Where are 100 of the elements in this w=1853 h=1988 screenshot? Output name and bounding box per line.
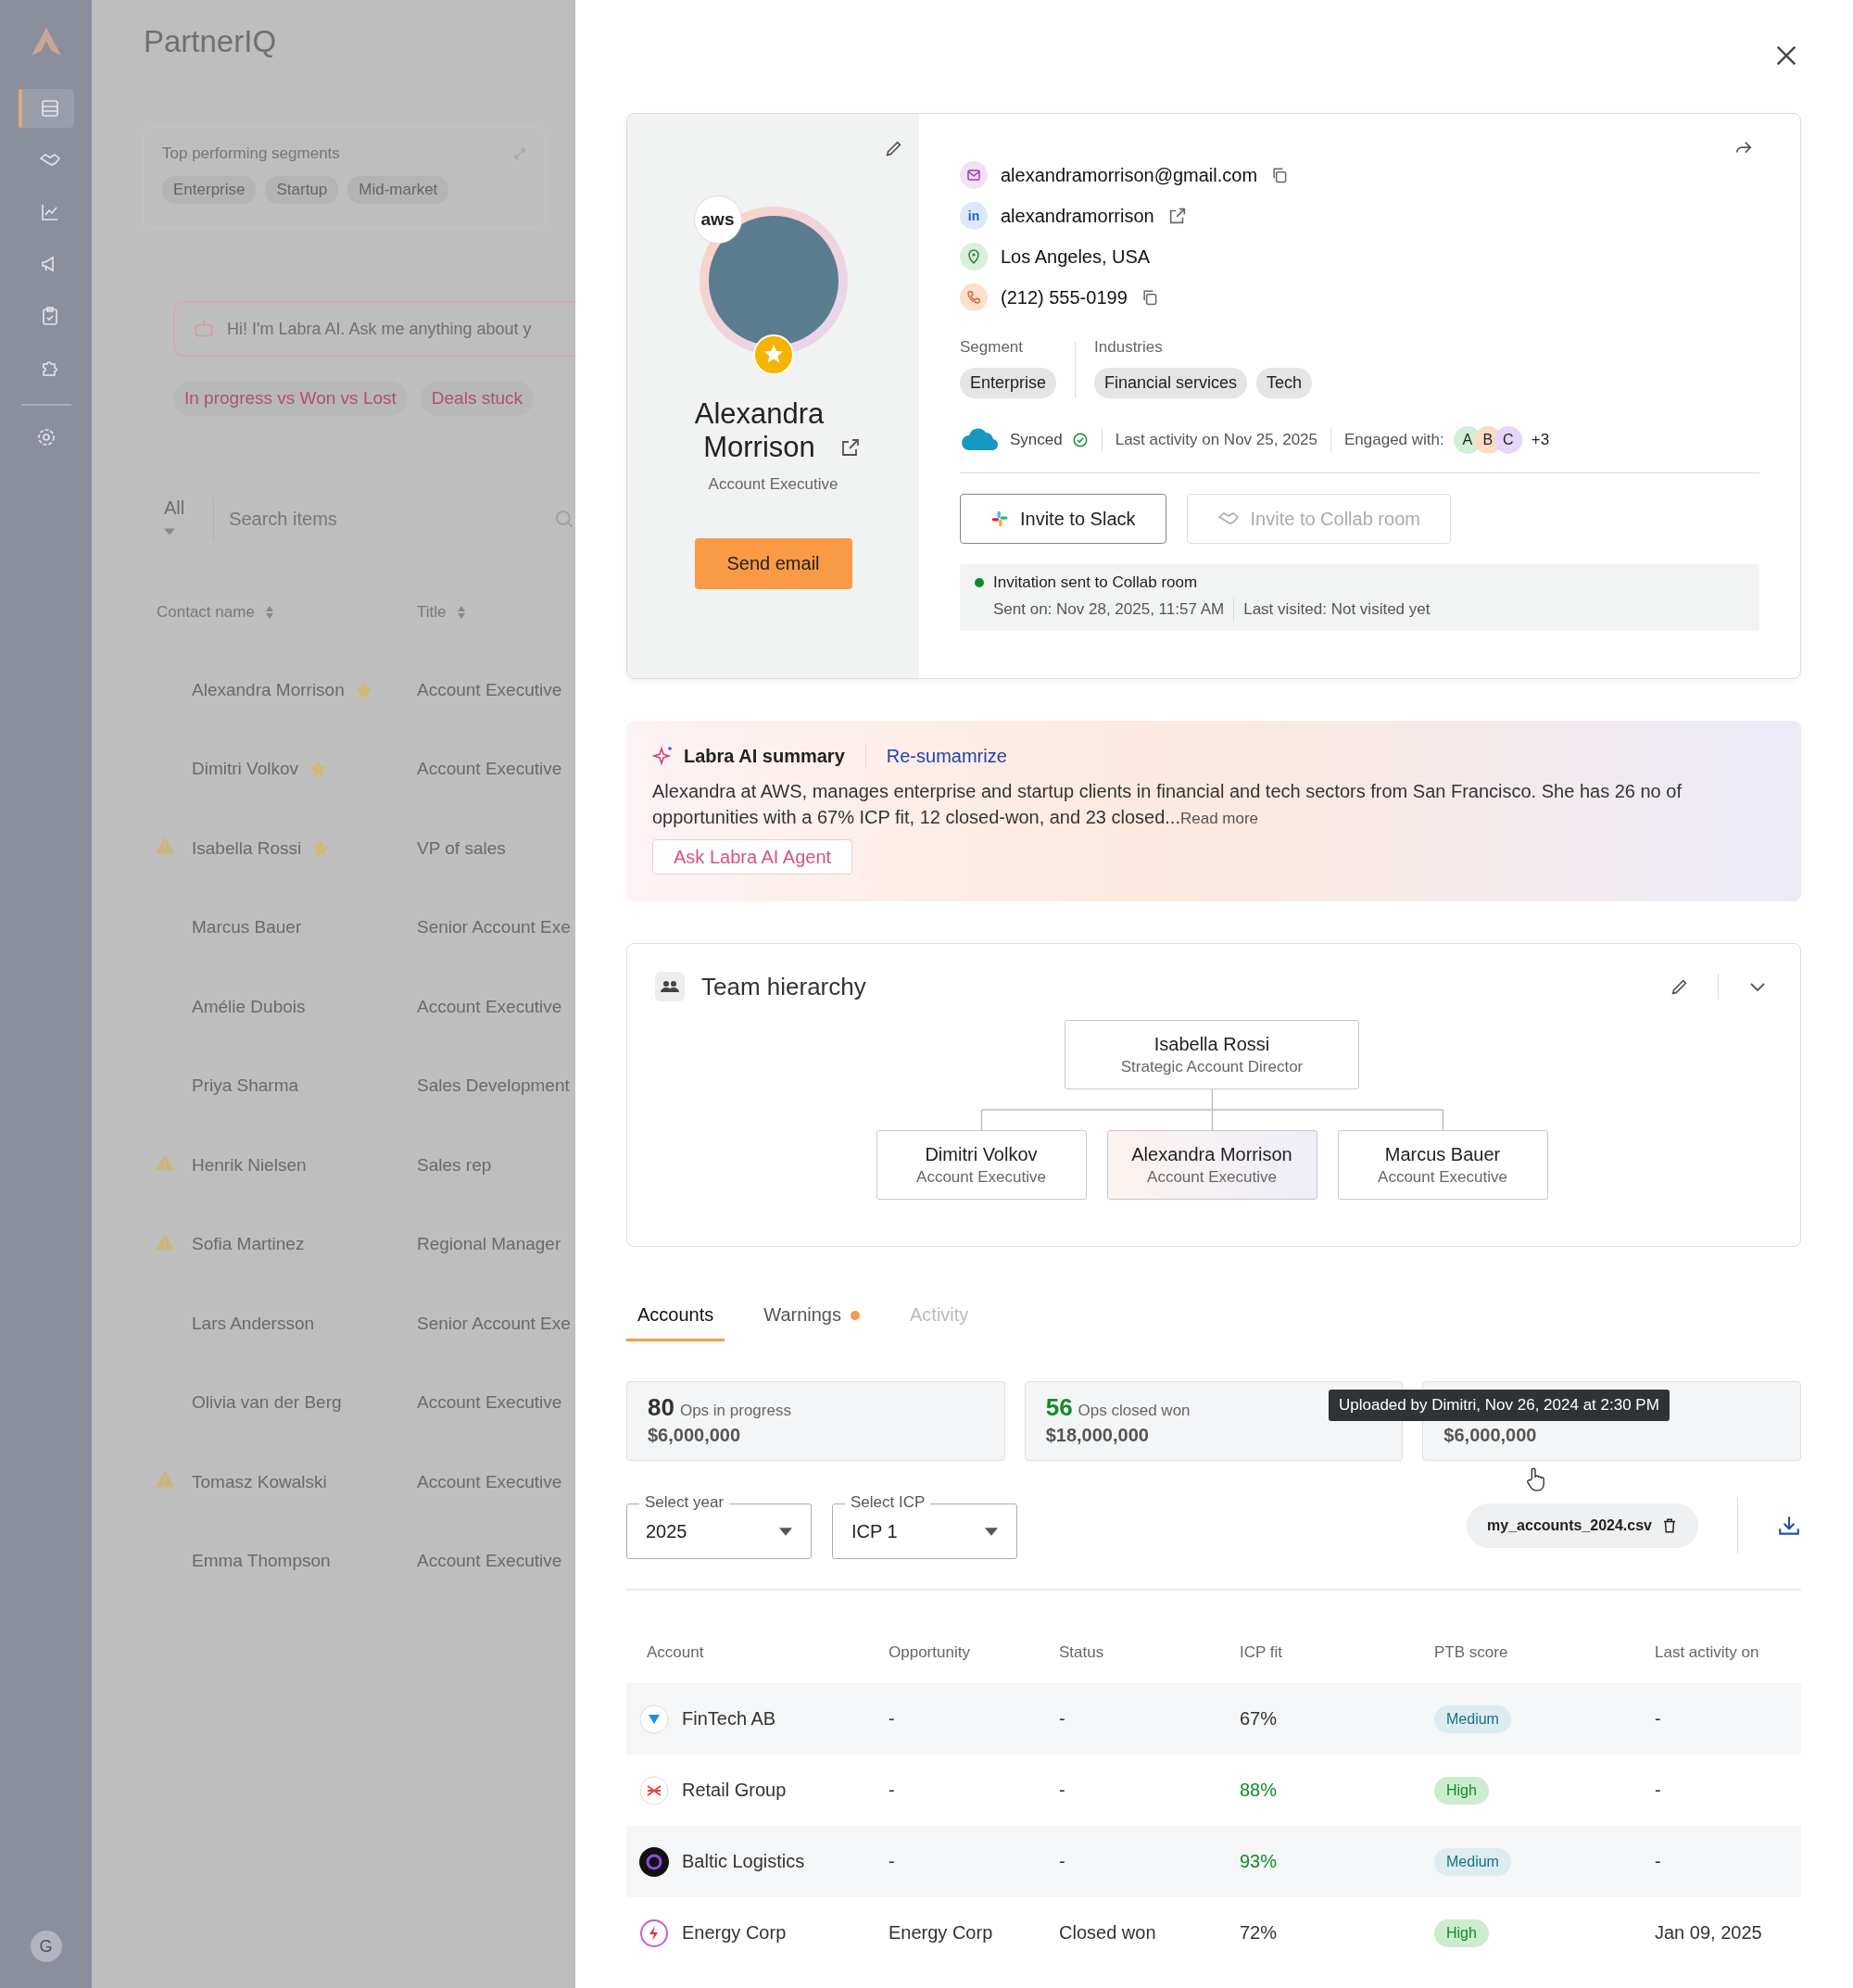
person-name: Alexandra Morrison <box>1131 1143 1292 1165</box>
tab[interactable]: Accounts <box>626 1293 725 1341</box>
column-header: Opportunity <box>889 1643 971 1662</box>
app-title: PartnerIQ <box>144 24 278 59</box>
score-badge: High <box>1434 1919 1489 1947</box>
contact-title: Sales rep <box>417 1154 492 1176</box>
summary-text: Alexandra at AWS, manages enterprise and startup clients in financial and tech sectors from San Francisco. She has 26 no of opportunities with a 67% ICP fit, 12 closed-won, and 23 closed...Read more <box>652 780 1683 829</box>
contact-title: Account Executive <box>417 679 562 700</box>
contact-title: Sales Development <box>417 1076 570 1097</box>
column-header: Account <box>647 1643 705 1662</box>
ask-agent-button[interactable]: Ask Labra AI Agent <box>652 839 853 874</box>
invitation-title: Invitation sent to Collab room <box>993 573 1198 592</box>
contact-title: Account Executive <box>417 996 562 1017</box>
ai-summary-title: Labra AI summary <box>684 745 845 767</box>
job-title: Account Executive <box>708 475 838 494</box>
email-text: alexandramorrison@gmail.com <box>1001 164 1258 186</box>
contact-name[interactable]: Dimitri Volkov <box>192 759 299 780</box>
card-title: Top performing segments <box>162 145 340 163</box>
tab[interactable]: Warnings <box>752 1293 871 1341</box>
column-header: Last activity on <box>1655 1643 1760 1662</box>
contact-name[interactable]: Olivia van der Berg <box>192 1392 342 1414</box>
contact-title: VP of sales <box>417 837 506 859</box>
envelope-icon <box>960 161 988 189</box>
read-more-link[interactable]: Read more <box>1179 810 1259 827</box>
contact-title: Account Executive <box>417 1551 562 1572</box>
phone-icon <box>960 283 988 311</box>
ribbon-logo-icon <box>639 1775 669 1806</box>
stat-label: Ops in progress <box>679 1402 791 1420</box>
column-header[interactable]: Title <box>417 603 447 622</box>
user-avatar[interactable]: G <box>30 1931 62 1962</box>
stat-label: Ops closed won <box>1078 1402 1191 1420</box>
contact-name[interactable]: Lars Andersson <box>192 1313 315 1334</box>
last-visited-text: Last visited: Not visited yet <box>1243 600 1431 619</box>
contact-name[interactable]: Alexandra Morrison <box>192 679 345 700</box>
segment-tag: Mid-market <box>347 176 449 204</box>
stat-count: 80 <box>648 1393 674 1422</box>
account-name: Baltic Logistics <box>682 1851 805 1872</box>
table-cell-text: - <box>889 1780 896 1801</box>
contact-name[interactable]: Henrik Nielsen <box>192 1154 307 1176</box>
table-cell-text: Closed won <box>1059 1922 1157 1944</box>
industry-tag: Financial services <box>1094 368 1248 398</box>
person-role: Strategic Account Director <box>1120 1057 1304 1076</box>
person-role: Account Executive <box>1378 1167 1507 1187</box>
industry-tag: Tech <box>1256 368 1313 398</box>
column-header[interactable]: Contact name <box>157 603 255 622</box>
table-cell-text: - <box>1655 1780 1662 1801</box>
segment-tag: Enterprise <box>960 368 1057 398</box>
filter-dropdown[interactable]: All <box>164 497 215 540</box>
table-cell-text: Energy Corp <box>889 1922 994 1944</box>
contact-name[interactable]: Tomasz Kowalski <box>192 1471 327 1492</box>
more-count[interactable]: +3 <box>1531 431 1550 449</box>
segment-tag: Enterprise <box>162 176 257 204</box>
org-node[interactable]: Dimitri Volkov Account Executive <box>876 1130 1087 1200</box>
ai-prompt-field[interactable]: Hi! I'm Labra AI. Ask me anything about y <box>173 301 575 357</box>
column-header: ICP fit <box>1240 1643 1283 1662</box>
org-node[interactable]: Isabella Rossi Strategic Account Director <box>1065 1020 1359 1089</box>
score-badge: High <box>1434 1776 1489 1805</box>
contact-name[interactable]: Priya Sharma <box>192 1076 299 1097</box>
trash-icon[interactable] <box>1661 1517 1678 1534</box>
contact-name[interactable]: Marcus Bauer <box>192 917 302 938</box>
invite-slack-button[interactable]: Invite to Slack <box>960 494 1166 544</box>
segment-tag: Startup <box>265 176 339 204</box>
org-node[interactable]: Marcus Bauer Account Executive <box>1337 1130 1548 1200</box>
person-name: Isabella Rossi <box>1153 1033 1270 1055</box>
stat-count: 56 <box>1045 1393 1073 1422</box>
table-cell-text: - <box>1059 1851 1066 1872</box>
contact-name[interactable]: Isabella Rossi <box>192 837 302 859</box>
hand-cursor-icon <box>1525 1466 1545 1492</box>
contact-name[interactable]: Emma Thompson <box>192 1551 331 1572</box>
tooltip: Uploaded by Dimitri, Nov 26, 2024 at 2:30 PM <box>1329 1390 1670 1421</box>
people-icon <box>655 972 685 1001</box>
contact-title: Account Executive <box>417 1392 562 1414</box>
linkedin-icon: in <box>960 202 988 230</box>
file-chip[interactable]: my_accounts_2024.csv <box>1467 1504 1698 1548</box>
resummarize-link[interactable]: Re-sumamrize <box>886 745 1007 767</box>
contact-name[interactable]: Amélie Dubois <box>192 996 306 1017</box>
column-header: Status <box>1059 1643 1105 1662</box>
score-badge: Medium <box>1434 1847 1511 1876</box>
contact-name[interactable]: Sofia Martinez <box>192 1234 305 1255</box>
stat-amount: $18,000,000 <box>1045 1425 1150 1446</box>
search-field[interactable]: Search items <box>227 507 541 531</box>
icp-fit-value: 93% <box>1240 1851 1279 1872</box>
download-icon[interactable] <box>1777 1514 1801 1538</box>
contact-title: Senior Account Exe <box>417 917 571 938</box>
icp-fit-value: 88% <box>1240 1780 1279 1801</box>
suggestion-chip[interactable]: Deals stuck <box>420 381 534 416</box>
contact-name: Alexandra Morrison <box>693 397 826 464</box>
bolt-logo-icon <box>639 1918 669 1948</box>
person-role: Account Executive <box>916 1167 1046 1187</box>
suggestion-chip[interactable]: In progress vs Won vs Lost <box>173 381 408 416</box>
engaged-label: Engaged with: <box>1344 431 1444 449</box>
phone-text: (212) 555-0199 <box>1001 286 1128 308</box>
contact-title: Account Executive <box>417 1471 562 1492</box>
org-node[interactable]: Alexandra Morrison Account Executive <box>1106 1130 1317 1200</box>
send-email-button[interactable]: Send email <box>694 538 852 589</box>
linkedin-text: alexandramorrison <box>1001 205 1154 227</box>
table-cell-text: - <box>1655 1851 1662 1872</box>
account-name: Energy Corp <box>682 1922 787 1944</box>
engaged-avatar[interactable]: C <box>1494 426 1522 454</box>
segment-label: Segment <box>960 338 1025 357</box>
